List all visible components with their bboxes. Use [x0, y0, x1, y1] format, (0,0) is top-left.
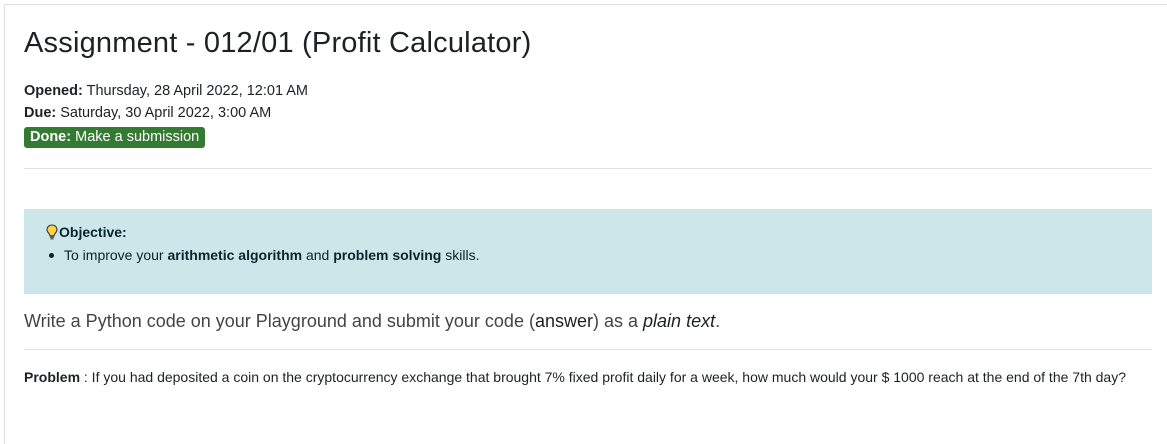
objective-heading-text: Objective:	[59, 224, 127, 240]
due-label: Due:	[24, 105, 57, 121]
objective-callout: Objective: To improve your arithmetic al…	[24, 209, 1152, 294]
divider	[24, 168, 1152, 169]
objective-list-item: To improve your arithmetic algorithm and…	[46, 247, 479, 263]
objective-bold-1: arithmetic algorithm	[167, 247, 303, 263]
due-value: Saturday, 30 April 2022, 3:00 AM	[60, 105, 272, 121]
objective-text-post: skills.	[445, 247, 480, 263]
objective-heading: Objective:	[46, 224, 127, 243]
instruction-pre: Write a Python code on your Playground a…	[24, 311, 535, 331]
instruction-text: Write a Python code on your Playground a…	[24, 311, 720, 332]
instruction-mid: ) as a	[592, 311, 639, 331]
opened-label: Opened:	[24, 83, 83, 99]
opened-value: Thursday, 28 April 2022, 12:01 AM	[86, 83, 308, 99]
objective-bold-2: problem solving	[333, 247, 442, 263]
problem-label: Problem	[24, 369, 81, 385]
objective-text-mid: and	[305, 247, 330, 263]
objective-text-pre: To improve your	[64, 247, 164, 263]
status-label: Done:	[30, 129, 72, 145]
instruction-answer: answer	[534, 311, 593, 331]
bullet	[49, 253, 54, 258]
problem-text: : If you had deposited a coin on the cry…	[83, 369, 1126, 385]
problem-statement: Problem : If you had deposited a coin on…	[24, 367, 1154, 388]
completion-status-badge: Done: Make a submission	[24, 127, 206, 148]
activity-dates: Opened: Thursday, 28 April 2022, 12:01 A…	[24, 80, 308, 124]
status-value: Make a submission	[75, 129, 200, 145]
due-date: Due: Saturday, 30 April 2022, 3:00 AM	[24, 102, 308, 124]
opened-date: Opened: Thursday, 28 April 2022, 12:01 A…	[24, 80, 308, 102]
divider	[24, 349, 1152, 350]
lightbulb-icon	[46, 224, 58, 243]
instruction-post: .	[715, 311, 721, 331]
instruction-italic: plain text	[643, 311, 716, 331]
page-title: Assignment - 012/01 (Profit Calculator)	[24, 27, 532, 59]
